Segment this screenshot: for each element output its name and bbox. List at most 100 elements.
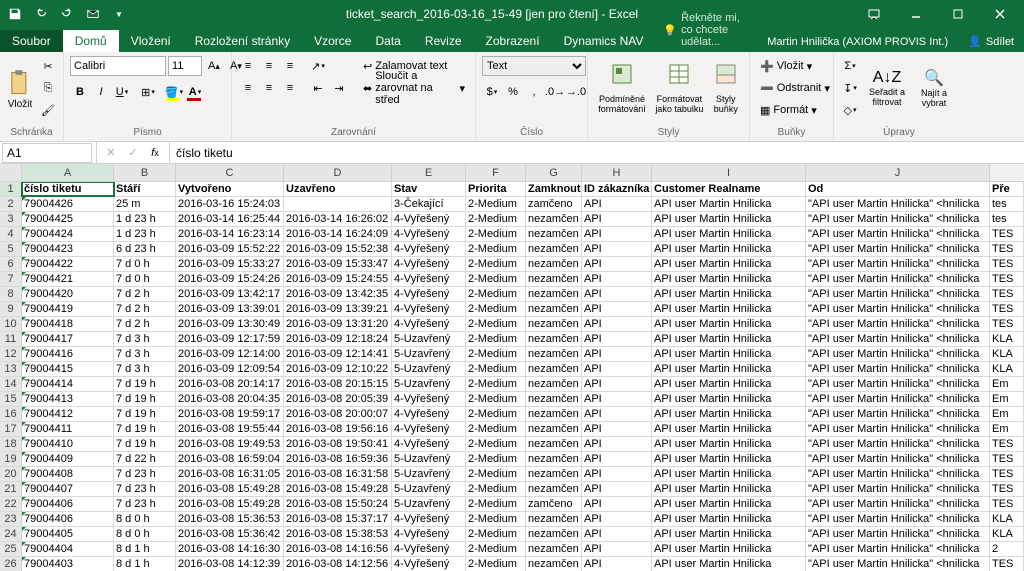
cell[interactable]: "API user Martin Hnilicka" <hnilicka xyxy=(806,392,990,406)
row-header[interactable]: 2 xyxy=(0,197,22,211)
cell[interactable]: nezamčen xyxy=(526,227,582,241)
row-header[interactable]: 15 xyxy=(0,392,22,406)
cell[interactable]: API xyxy=(582,347,652,361)
cell[interactable]: 2-Medium xyxy=(466,467,526,481)
cell[interactable]: nezamčen xyxy=(526,242,582,256)
cell[interactable]: API xyxy=(582,302,652,316)
increase-decimal-icon[interactable]: .0→ xyxy=(545,82,565,102)
cell-styles-button[interactable]: Styly buňky xyxy=(709,56,743,120)
cell[interactable]: 2-Medium xyxy=(466,332,526,346)
cell[interactable]: nezamčen xyxy=(526,212,582,226)
cell[interactable]: 2016-03-08 16:59:04 xyxy=(176,452,284,466)
cell[interactable]: Stav xyxy=(392,182,466,196)
row-header[interactable]: 16 xyxy=(0,407,22,421)
cell[interactable]: "API user Martin Hnilicka" <hnilicka xyxy=(806,407,990,421)
cell[interactable]: API xyxy=(582,287,652,301)
cell[interactable]: API user Martin Hnilicka xyxy=(652,542,806,556)
row-header[interactable]: 1 xyxy=(0,182,22,196)
cell[interactable]: API user Martin Hnilicka xyxy=(652,332,806,346)
cell[interactable]: 7 d 19 h xyxy=(114,437,176,451)
cell[interactable]: 79004406 xyxy=(22,512,114,526)
name-box[interactable]: A1 xyxy=(2,143,92,163)
cell[interactable]: nezamčen xyxy=(526,482,582,496)
cell[interactable]: 79004422 xyxy=(22,257,114,271)
cell[interactable]: 4-Vyřešený xyxy=(392,287,466,301)
cell[interactable]: API user Martin Hnilicka xyxy=(652,257,806,271)
cell[interactable]: "API user Martin Hnilicka" <hnilicka xyxy=(806,557,990,571)
cell[interactable]: nezamčen xyxy=(526,512,582,526)
cell[interactable]: 2-Medium xyxy=(466,302,526,316)
cell[interactable]: API user Martin Hnilicka xyxy=(652,302,806,316)
cell[interactable]: 2016-03-09 13:42:35 xyxy=(284,287,392,301)
col-header[interactable]: H xyxy=(582,164,652,181)
cell[interactable]: 4-Vyřešený xyxy=(392,392,466,406)
cell[interactable]: TES xyxy=(990,257,1024,271)
cell[interactable]: 79004410 xyxy=(22,437,114,451)
cell[interactable]: 2016-03-14 16:26:02 xyxy=(284,212,392,226)
cell[interactable]: 79004411 xyxy=(22,422,114,436)
cell[interactable]: "API user Martin Hnilicka" <hnilicka xyxy=(806,332,990,346)
cell[interactable]: TES xyxy=(990,272,1024,286)
cell[interactable]: "API user Martin Hnilicka" <hnilicka xyxy=(806,467,990,481)
col-header[interactable]: C xyxy=(176,164,284,181)
cell[interactable]: 4-Vyřešený xyxy=(392,437,466,451)
cell[interactable]: API user Martin Hnilicka xyxy=(652,317,806,331)
cell[interactable]: 79004425 xyxy=(22,212,114,226)
cell[interactable]: 1 d 23 h xyxy=(114,227,176,241)
cell[interactable]: 4-Vyřešený xyxy=(392,512,466,526)
cell[interactable]: 2016-03-09 12:09:54 xyxy=(176,362,284,376)
cell[interactable] xyxy=(284,197,392,211)
tab-insert[interactable]: Vložení xyxy=(119,30,183,52)
cell[interactable]: API user Martin Hnilicka xyxy=(652,212,806,226)
cell[interactable]: KLA xyxy=(990,512,1024,526)
cell[interactable]: "API user Martin Hnilicka" <hnilicka xyxy=(806,452,990,466)
cell[interactable]: 2016-03-09 12:18:24 xyxy=(284,332,392,346)
cell[interactable]: 2016-03-08 20:04:35 xyxy=(176,392,284,406)
cell[interactable]: 2016-03-09 12:14:41 xyxy=(284,347,392,361)
format-as-table-button[interactable]: Formátovat jako tabulku xyxy=(654,56,705,120)
cell[interactable]: 2016-03-14 16:25:44 xyxy=(176,212,284,226)
row-header[interactable]: 10 xyxy=(0,317,22,331)
insert-cells-button[interactable]: ➕Vložit▾ xyxy=(756,56,834,76)
cell[interactable]: 2-Medium xyxy=(466,347,526,361)
cell[interactable]: 7 d 23 h xyxy=(114,482,176,496)
cell[interactable]: Em xyxy=(990,392,1024,406)
cell[interactable]: 2016-03-08 20:00:07 xyxy=(284,407,392,421)
row-header[interactable]: 18 xyxy=(0,437,22,451)
cell[interactable]: 2-Medium xyxy=(466,452,526,466)
cell[interactable]: nezamčen xyxy=(526,317,582,331)
delete-cells-button[interactable]: ➖Odstranit▾ xyxy=(756,78,834,98)
cell[interactable]: KLA xyxy=(990,332,1024,346)
cell[interactable]: API xyxy=(582,332,652,346)
cell[interactable]: 2016-03-08 19:50:41 xyxy=(284,437,392,451)
cell[interactable]: "API user Martin Hnilicka" <hnilicka xyxy=(806,512,990,526)
cell[interactable]: 2016-03-08 15:49:28 xyxy=(176,482,284,496)
cell[interactable]: 2016-03-08 15:38:53 xyxy=(284,527,392,541)
autosum-icon[interactable]: Σ▾ xyxy=(840,56,860,76)
cell[interactable]: nezamčen xyxy=(526,542,582,556)
cell[interactable]: 7 d 0 h xyxy=(114,257,176,271)
comma-format-icon[interactable]: , xyxy=(524,82,544,102)
fill-icon[interactable]: ↧▾ xyxy=(840,78,860,98)
row-header[interactable]: 24 xyxy=(0,527,22,541)
merge-center-button[interactable]: ⬌Sloučit a zarovnat na střed▾ xyxy=(359,78,469,98)
cell[interactable]: TES xyxy=(990,557,1024,571)
cell[interactable]: API xyxy=(582,377,652,391)
cell[interactable]: TES xyxy=(990,452,1024,466)
cell[interactable]: nezamčen xyxy=(526,272,582,286)
cell[interactable]: 79004408 xyxy=(22,467,114,481)
cell[interactable]: API user Martin Hnilicka xyxy=(652,557,806,571)
row-header[interactable]: 9 xyxy=(0,302,22,316)
cell[interactable]: API xyxy=(582,512,652,526)
cell[interactable]: nezamčen xyxy=(526,362,582,376)
cell[interactable]: Pře xyxy=(990,182,1024,196)
cell[interactable]: "API user Martin Hnilicka" <hnilicka xyxy=(806,362,990,376)
cell[interactable]: 2016-03-08 14:16:56 xyxy=(284,542,392,556)
cell[interactable]: 7 d 3 h xyxy=(114,362,176,376)
cell[interactable]: zamčeno xyxy=(526,197,582,211)
cell[interactable]: KLA xyxy=(990,527,1024,541)
cell[interactable]: 7 d 0 h xyxy=(114,272,176,286)
cell[interactable]: 79004419 xyxy=(22,302,114,316)
align-left-icon[interactable]: ≡ xyxy=(238,78,258,98)
cell[interactable]: 79004423 xyxy=(22,242,114,256)
